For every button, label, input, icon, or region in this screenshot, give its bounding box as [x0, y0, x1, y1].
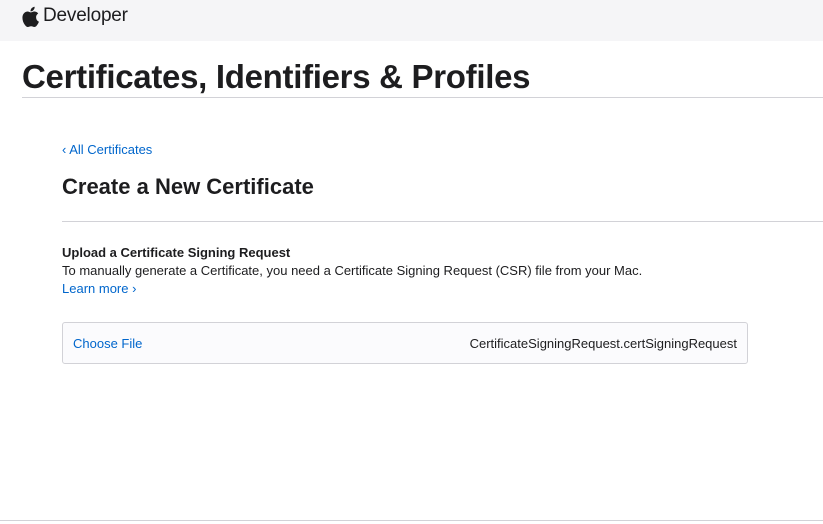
file-upload-field[interactable]: Choose File CertificateSigningRequest.ce… — [62, 322, 748, 364]
top-navigation-bar: Developer — [0, 0, 823, 41]
all-certificates-link[interactable]: ‹ All Certificates — [62, 142, 152, 157]
apple-logo-icon — [22, 6, 39, 27]
page-title: Certificates, Identifiers & Profiles — [22, 58, 531, 95]
learn-more-link[interactable]: Learn more › — [62, 281, 136, 296]
brand-text: Developer — [43, 5, 128, 26]
footer-divider — [0, 520, 823, 521]
section-divider — [62, 221, 823, 222]
section-title: Create a New Certificate — [62, 174, 314, 199]
selected-file-name: CertificateSigningRequest.certSigningReq… — [469, 336, 737, 351]
upload-heading: Upload a Certificate Signing Request — [62, 245, 291, 260]
upload-description: To manually generate a Certificate, you … — [62, 263, 643, 278]
title-divider — [22, 97, 823, 98]
developer-home-link[interactable]: Developer — [22, 3, 128, 29]
choose-file-button[interactable]: Choose File — [73, 336, 142, 351]
